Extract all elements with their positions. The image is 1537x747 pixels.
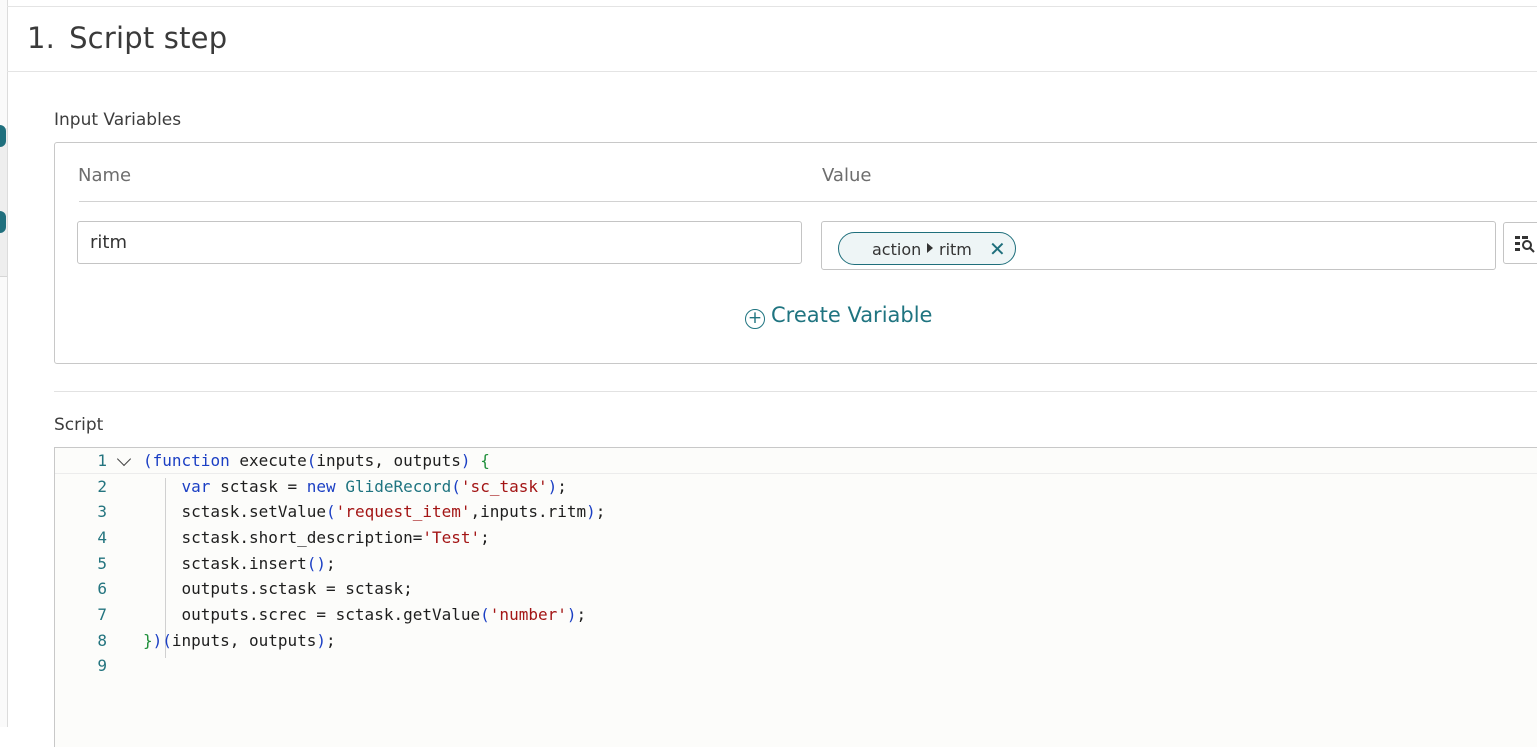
script-label: Script xyxy=(54,415,104,435)
code-line: sctask.insert(); xyxy=(143,554,336,573)
data-pill-picker-icon xyxy=(1515,236,1535,253)
data-pill[interactable]: action ritm ✕ xyxy=(838,232,1016,265)
line-number: 4 xyxy=(97,528,107,547)
close-icon[interactable]: ✕ xyxy=(989,237,1006,261)
line-number: 3 xyxy=(97,502,107,521)
line-number: 6 xyxy=(97,579,107,598)
input-variables-panel: Name Value action ritm ✕ + Create Variabl… xyxy=(54,142,1537,364)
variable-name-input[interactable] xyxy=(77,221,802,264)
code-line: sctask.setValue('request_item',inputs.ri… xyxy=(143,502,606,521)
code-line: var sctask = new GlideRecord('sc_task'); xyxy=(181,477,567,496)
data-pill-segment: action xyxy=(872,240,922,259)
code-line: (function execute(inputs, outputs) { xyxy=(143,451,490,470)
rail-highlight xyxy=(0,128,7,277)
data-pill-segment: ritm xyxy=(939,240,972,259)
line-number: 2 xyxy=(97,477,107,496)
section-divider xyxy=(54,391,1537,392)
script-editor[interactable]: 1 2 3 4 5 6 7 8 9 (function execute(inpu… xyxy=(54,447,1537,747)
step-header: 1. Script step xyxy=(7,7,1537,72)
step-name: Script step xyxy=(69,21,228,55)
line-number: 5 xyxy=(97,554,107,573)
rail-connector-dot[interactable] xyxy=(0,125,6,147)
name-column-header: Name xyxy=(78,165,132,186)
left-rail xyxy=(0,0,8,727)
variable-value-field[interactable]: action ritm ✕ xyxy=(821,221,1496,270)
code-line: sctask.short_description='Test'; xyxy=(143,528,490,547)
create-variable-label: Create Variable xyxy=(771,303,933,327)
input-variables-label: Input Variables xyxy=(54,110,182,130)
code-line: outputs.sctask = sctask; xyxy=(143,579,413,598)
plus-circle-icon: + xyxy=(745,309,765,329)
header-divider xyxy=(79,201,1537,202)
line-number: 8 xyxy=(97,631,107,650)
data-pill-picker-button[interactable] xyxy=(1503,222,1537,264)
code-line: })(inputs, outputs); xyxy=(143,631,336,650)
create-variable-button[interactable]: + Create Variable xyxy=(745,303,932,329)
value-column-header: Value xyxy=(822,165,872,186)
line-number: 9 xyxy=(97,656,107,675)
step-number: 1. xyxy=(27,21,56,55)
line-number: 7 xyxy=(97,605,107,624)
caret-right-icon xyxy=(927,243,933,253)
line-number: 1 xyxy=(97,451,107,470)
step-title: 1. Script step xyxy=(27,21,227,55)
code-line: outputs.screc = sctask.getValue('number'… xyxy=(143,605,587,624)
rail-connector-dot[interactable] xyxy=(0,211,6,233)
